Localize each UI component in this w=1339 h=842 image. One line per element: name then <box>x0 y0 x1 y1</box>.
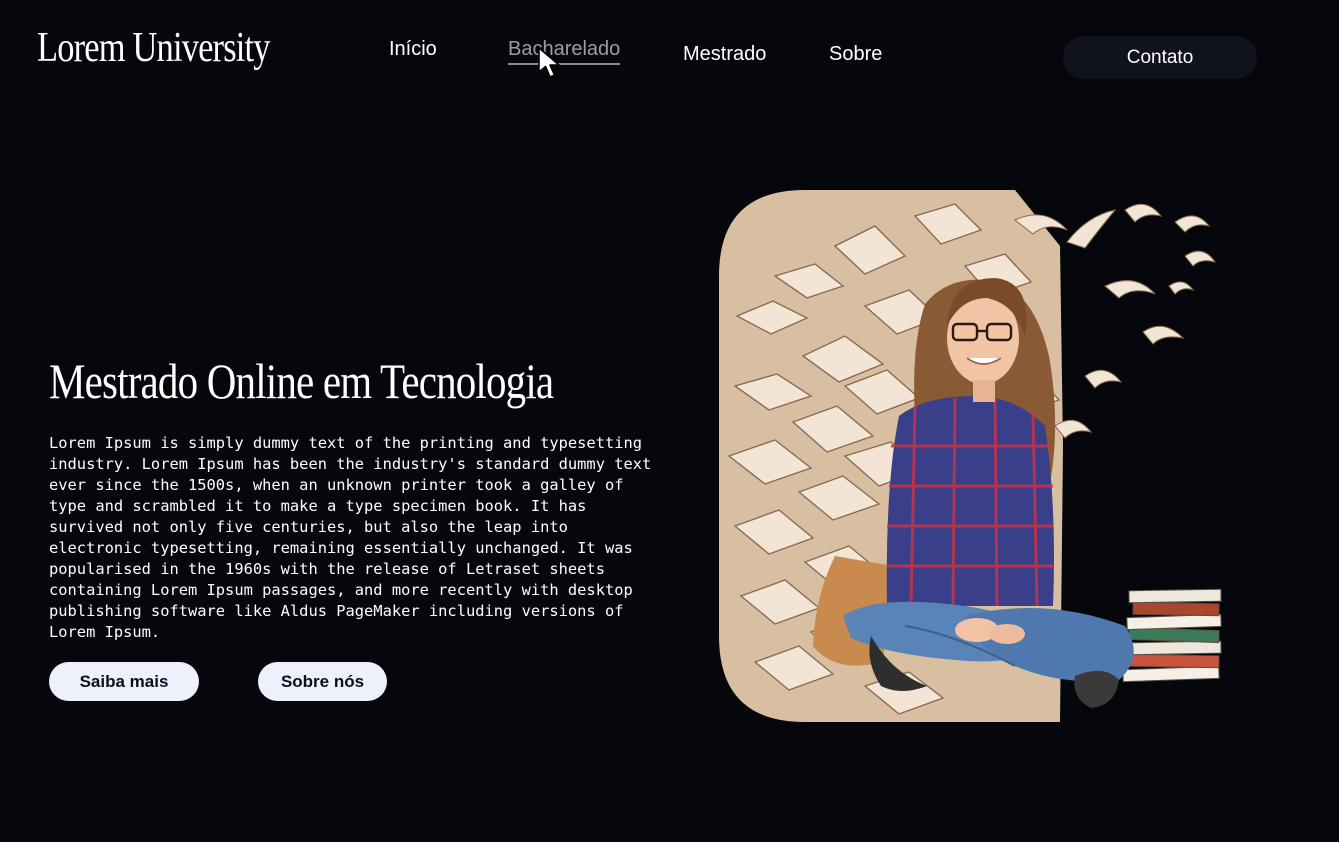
nav-link-sobre[interactable]: Sobre <box>829 43 882 66</box>
book-stack <box>1122 588 1222 683</box>
nav-link-mestrado[interactable]: Mestrado <box>683 43 766 66</box>
saiba-mais-button[interactable]: Saiba mais <box>49 662 199 701</box>
contact-button[interactable]: Contato <box>1063 36 1257 79</box>
nav-link-bacharelado[interactable]: Bacharelado <box>508 38 621 65</box>
sobre-nos-button[interactable]: Sobre nós <box>258 662 387 701</box>
hero-title: Mestrado Online em Tecnologia <box>49 353 554 409</box>
site-logo[interactable]: Lorem University <box>37 24 271 72</box>
nav-link-inicio[interactable]: Início <box>389 38 437 61</box>
hero-illustration <box>719 190 1222 722</box>
hero-description: Lorem Ipsum is simply dummy text of the … <box>49 434 652 641</box>
